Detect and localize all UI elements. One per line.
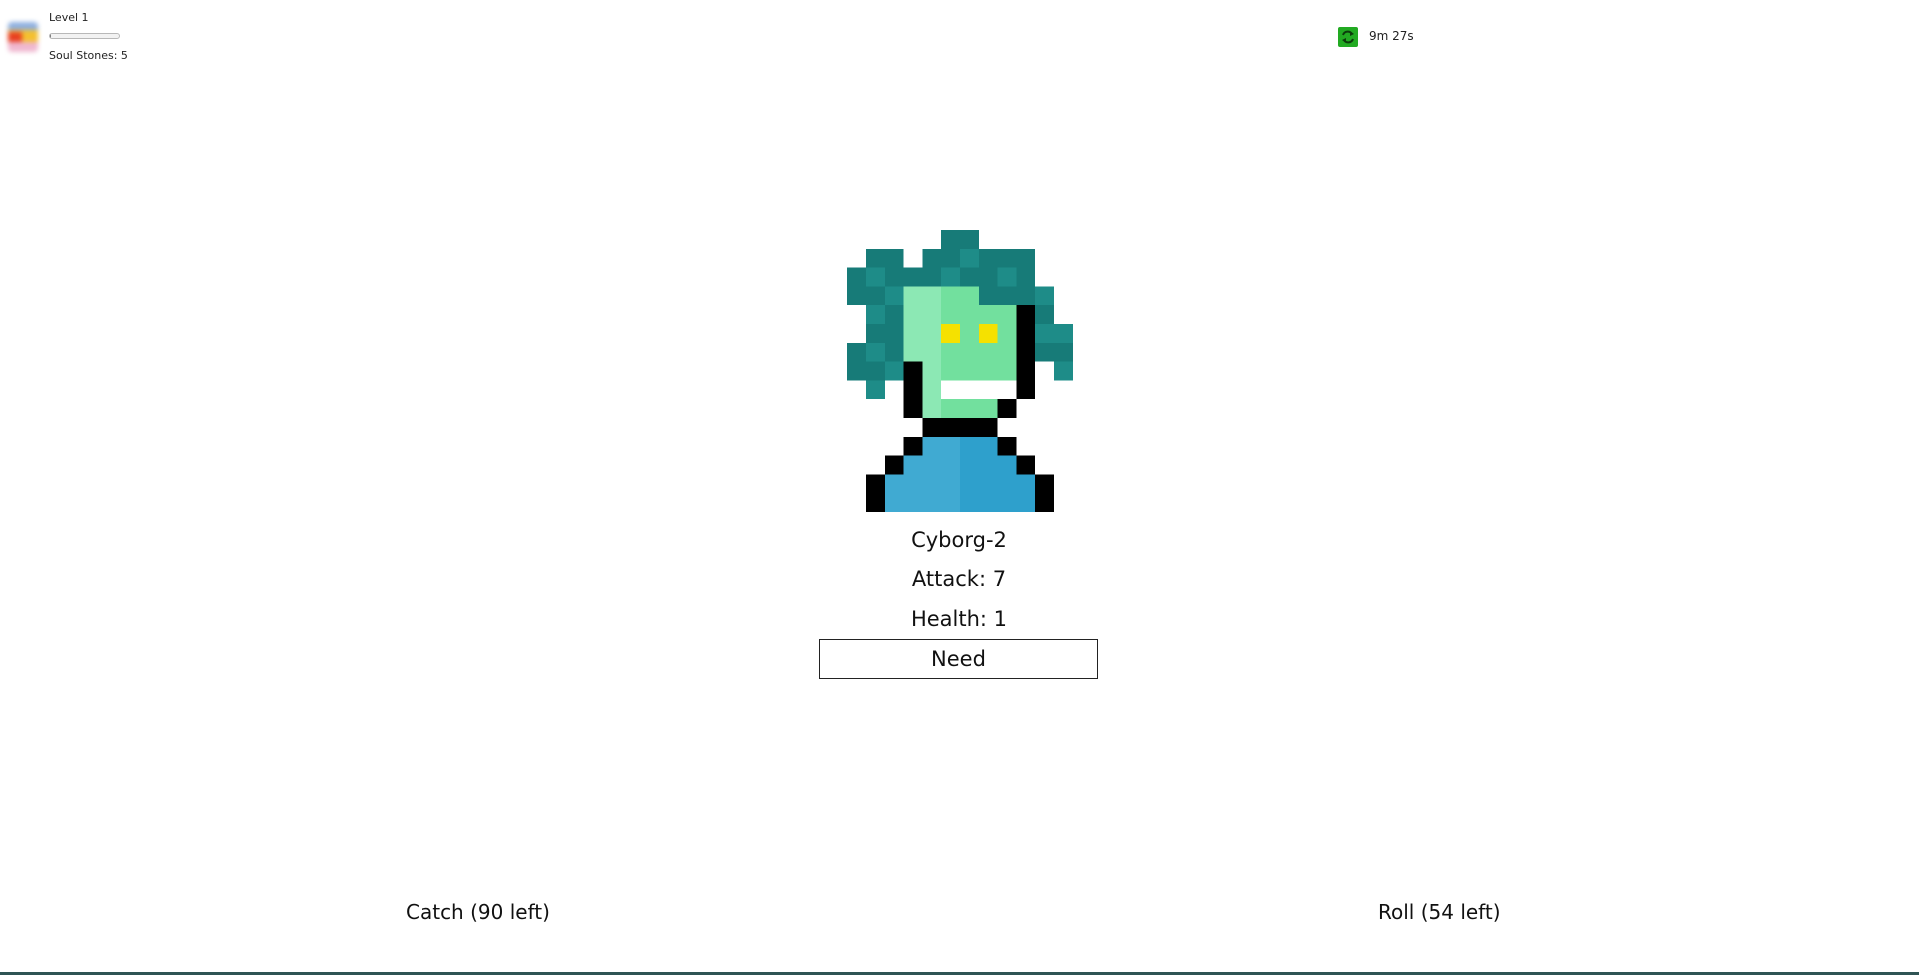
soul-stones-count: Soul Stones: 5: [49, 49, 128, 62]
player-avatar: [8, 22, 38, 52]
creature-name: Cyborg-2: [911, 528, 1007, 552]
timer-text: 9m 27s: [1369, 29, 1414, 43]
creature-sprite: [847, 230, 1073, 512]
creature-attack-stat: Attack: 7: [911, 567, 1007, 591]
need-button[interactable]: Need: [819, 639, 1098, 679]
roll-button[interactable]: Roll (54 left): [1378, 899, 1501, 925]
refresh-icon[interactable]: [1338, 27, 1358, 47]
game-screen: Level 1 Soul Stones: 5 9m 27s Cyborg-2 A…: [0, 0, 1919, 975]
level-label: Level 1: [49, 11, 89, 24]
creature-health-stat: Health: 1: [910, 607, 1008, 631]
catch-button[interactable]: Catch (90 left): [406, 899, 550, 925]
xp-progress-bar: [49, 33, 120, 39]
xp-progress-fill: [50, 34, 52, 38]
